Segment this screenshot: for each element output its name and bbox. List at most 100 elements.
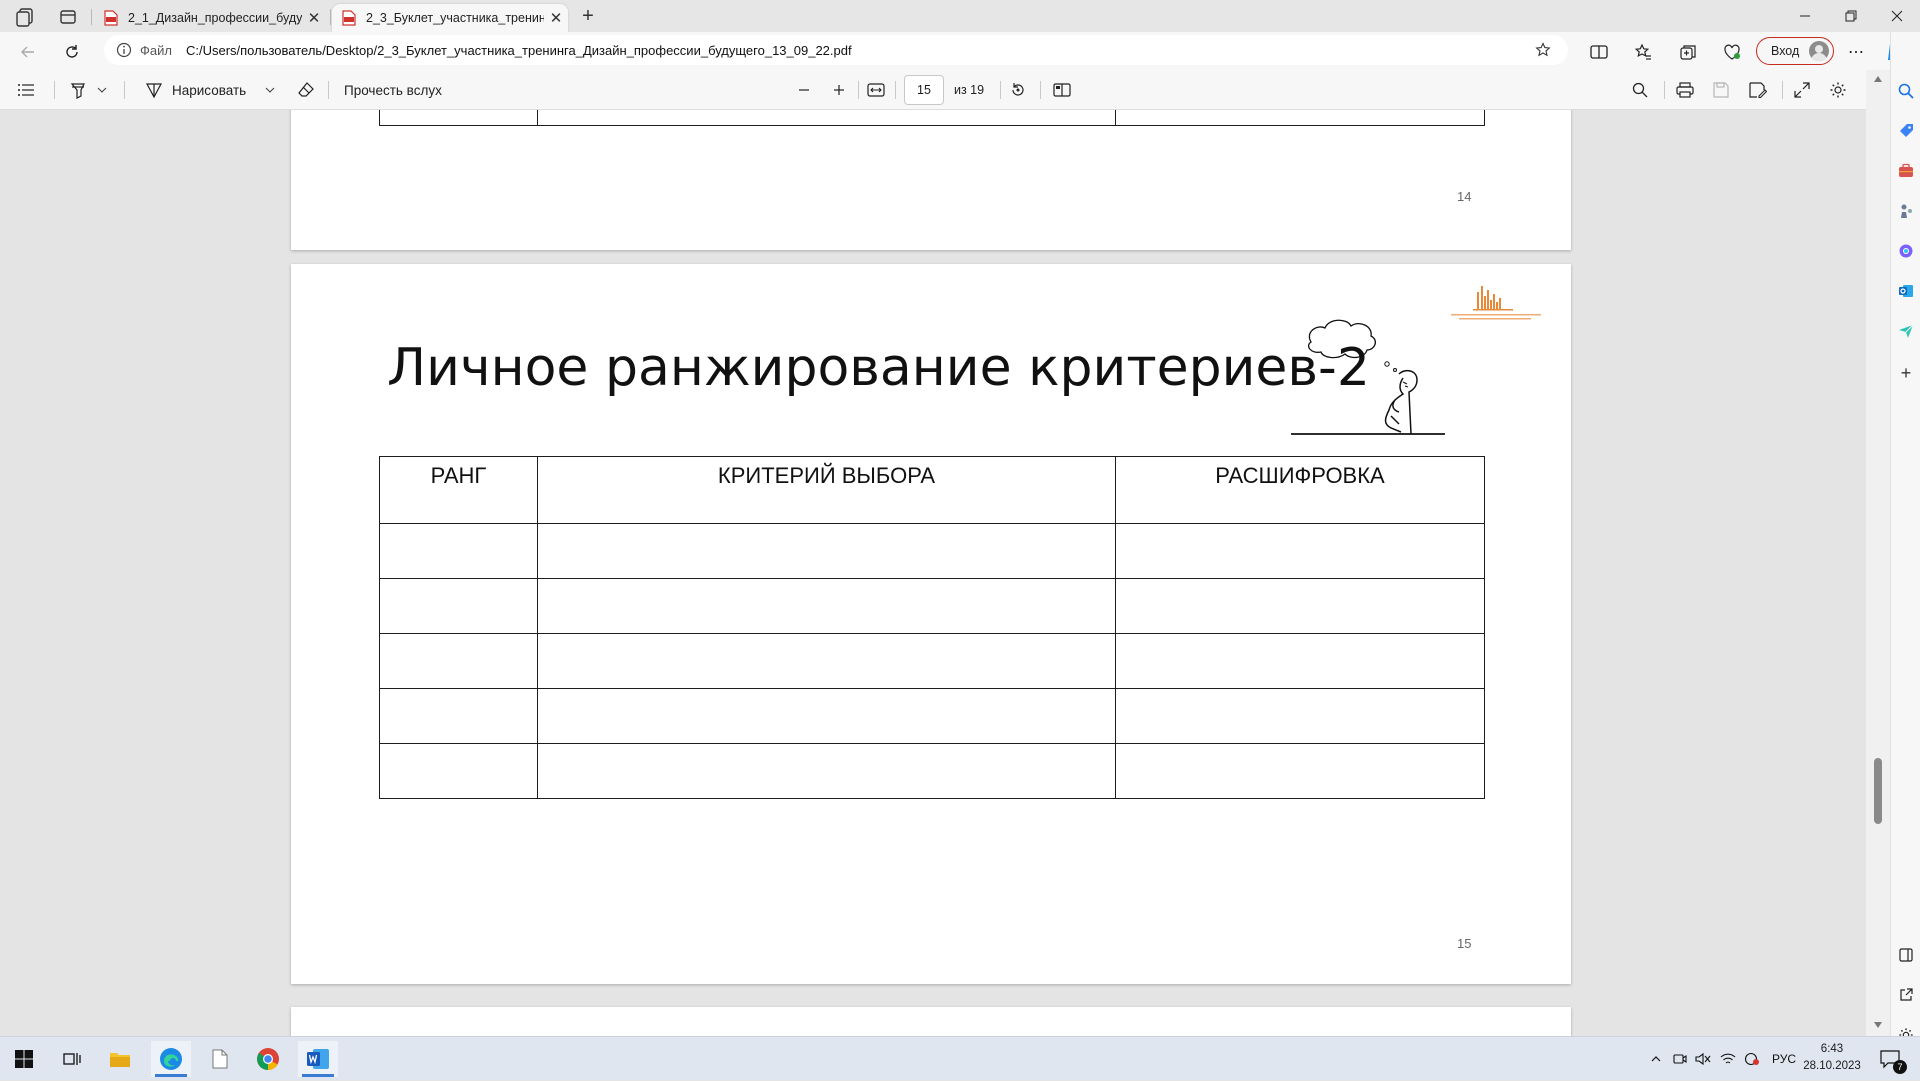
external-link-icon[interactable]	[1891, 980, 1920, 1010]
wifi-icon[interactable]	[1718, 1037, 1738, 1081]
chrome-icon[interactable]	[248, 1041, 288, 1077]
url-text[interactable]: C:/Users/пользователь/Desktop/2_3_Буклет…	[186, 43, 1528, 58]
page-number: 15	[1457, 936, 1472, 951]
favorites-icon[interactable]	[1629, 38, 1657, 66]
clock[interactable]: 6:43 28.10.2023	[1800, 1041, 1864, 1077]
search-icon[interactable]	[1628, 70, 1652, 110]
pdf-toolbar: Нарисовать Прочесть вслух 15 из 19	[0, 70, 1890, 110]
microsoft-365-icon[interactable]	[1891, 236, 1920, 266]
settings-icon[interactable]	[1826, 70, 1850, 110]
fullscreen-icon[interactable]	[1790, 70, 1814, 110]
workspaces-icon[interactable]	[14, 6, 38, 28]
zoom-out-icon[interactable]	[792, 70, 816, 110]
split-screen-icon[interactable]	[1585, 38, 1613, 66]
sidebar-search-icon[interactable]	[1891, 76, 1920, 106]
add-sidebar-app-icon[interactable]: +	[1891, 358, 1920, 388]
header-criterion: КРИТЕРИЙ ВЫБОРА	[537, 456, 1116, 524]
page-number-input[interactable]: 15	[904, 75, 944, 105]
table-cell	[379, 633, 538, 689]
print-icon[interactable]	[1673, 70, 1697, 110]
clock-time: 6:43	[1820, 1043, 1844, 1055]
sign-in-button[interactable]: Вход	[1756, 37, 1834, 65]
vertical-scrollbar[interactable]	[1866, 70, 1890, 1036]
page-title: Личное ранжирование критериев-2	[387, 338, 1370, 398]
blank-document-icon[interactable]	[200, 1041, 240, 1077]
save-icon[interactable]	[1709, 70, 1733, 110]
table-cell	[537, 688, 1116, 744]
minimize-icon[interactable]	[1782, 0, 1828, 32]
hide-sidebar-icon[interactable]	[1891, 940, 1920, 970]
collections-icon[interactable]	[1674, 38, 1702, 66]
avatar	[1809, 41, 1829, 61]
pdf-viewer[interactable]: 14 Личное ранжирование критериев-2 РАНГ …	[0, 110, 1866, 1036]
info-icon[interactable]	[116, 42, 132, 58]
scrollbar-thumb[interactable]	[1874, 758, 1882, 824]
table-cell	[537, 633, 1116, 689]
antivirus-icon[interactable]	[1742, 1037, 1762, 1081]
edge-taskbar-icon[interactable]	[151, 1041, 191, 1077]
organization-logo	[1449, 282, 1543, 322]
header-rank: РАНГ	[379, 456, 538, 524]
tab-document-1[interactable]: 2_1_Дизайн_профессии_будущего ✕	[94, 4, 326, 32]
fit-to-width-icon[interactable]	[864, 70, 888, 110]
table-row	[379, 688, 1485, 744]
restore-icon[interactable]	[1828, 0, 1874, 32]
read-aloud-button[interactable]: Прочесть вслух	[344, 70, 442, 110]
tools-briefcase-icon[interactable]	[1891, 156, 1920, 186]
refresh-icon[interactable]	[56, 36, 88, 68]
games-icon[interactable]	[1891, 196, 1920, 226]
table-of-contents-icon[interactable]	[14, 70, 38, 110]
chevron-down-icon[interactable]	[262, 70, 278, 110]
close-tab-icon[interactable]: ✕	[302, 6, 326, 30]
scroll-down-arrow-icon[interactable]	[1874, 1022, 1882, 1028]
close-window-icon[interactable]	[1874, 0, 1920, 32]
new-tab-icon[interactable]: +	[576, 4, 600, 28]
more-options-icon[interactable]: ⋯	[1842, 38, 1870, 66]
table-cell	[379, 688, 538, 744]
table-cell	[537, 743, 1116, 799]
task-view-icon[interactable]	[52, 1041, 92, 1077]
close-tab-icon[interactable]: ✕	[544, 6, 568, 30]
pdf-page-16	[291, 1007, 1571, 1036]
zoom-in-icon[interactable]	[827, 70, 851, 110]
language-indicator[interactable]: РУС	[1766, 1037, 1802, 1081]
volume-muted-icon[interactable]	[1693, 1037, 1713, 1081]
outlook-icon[interactable]	[1891, 276, 1920, 306]
table-cell	[1115, 578, 1485, 634]
back-icon[interactable]	[12, 36, 44, 68]
taskbar: РУС 6:43 28.10.2023 7	[0, 1036, 1920, 1080]
word-icon[interactable]	[298, 1041, 338, 1077]
ranking-table-body: РАНГ КРИТЕРИЙ ВЫБОРА РАСШИФРОВКА	[379, 456, 1485, 799]
eraser-icon[interactable]	[294, 70, 318, 110]
tab-actions-icon[interactable]	[58, 7, 78, 27]
highlight-icon[interactable]	[66, 70, 90, 110]
draw-icon[interactable]	[142, 70, 166, 110]
show-hidden-icons-icon[interactable]	[1646, 1037, 1666, 1081]
table-row	[379, 633, 1485, 689]
table-cell	[1115, 633, 1485, 689]
draw-button[interactable]: Нарисовать	[172, 70, 246, 110]
file-explorer-icon[interactable]	[100, 1041, 140, 1077]
browser-essentials-icon[interactable]	[1718, 38, 1746, 66]
scroll-up-arrow-icon[interactable]	[1874, 76, 1882, 82]
tab-document-2[interactable]: 2_3_Буклет_участника_тренинга ✕	[332, 4, 568, 32]
page-view-icon[interactable]	[1050, 70, 1074, 110]
save-as-icon[interactable]	[1746, 70, 1770, 110]
pdf-file-icon	[104, 10, 118, 26]
table-row	[379, 743, 1485, 799]
notifications-icon[interactable]: 7	[1870, 1037, 1910, 1081]
rotate-icon[interactable]	[1006, 70, 1030, 110]
chevron-down-icon[interactable]	[94, 70, 110, 110]
current-page: 15	[917, 83, 931, 97]
favorite-star-icon[interactable]	[1528, 42, 1558, 58]
pdf-file-icon	[342, 10, 356, 26]
drop-send-icon[interactable]	[1891, 316, 1920, 346]
clock-date: 28.10.2023	[1803, 1060, 1861, 1072]
scheme-label: Файл	[140, 42, 172, 58]
meet-now-icon[interactable]	[1670, 1037, 1690, 1081]
address-bar[interactable]: Файл C:/Users/пользователь/Desktop/2_3_Б…	[104, 35, 1568, 65]
shopping-tag-icon[interactable]	[1891, 116, 1920, 146]
table-cell	[379, 578, 538, 634]
windows-start-icon[interactable]	[4, 1041, 44, 1077]
sign-in-label: Вход	[1771, 44, 1800, 58]
